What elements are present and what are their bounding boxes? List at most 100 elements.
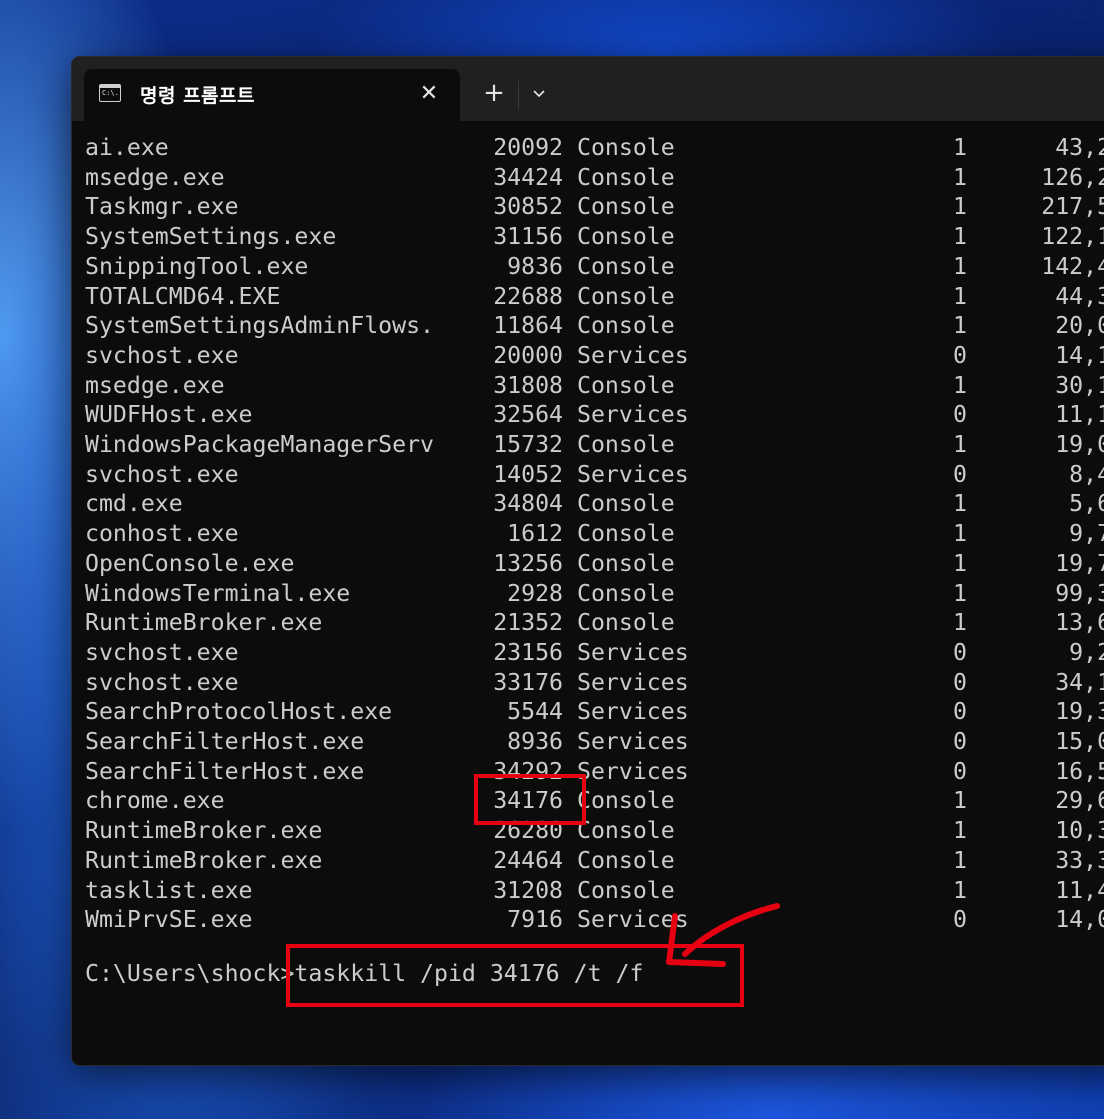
command-prompt-line[interactable]: C:\Users\shock>taskkill /pid 34176 /t /f bbox=[85, 959, 643, 989]
process-memory: 14,05 bbox=[1055, 906, 1104, 934]
process-name: cmd.exe bbox=[85, 490, 183, 518]
process-name: svchost.exe bbox=[85, 460, 239, 488]
process-session-number: 1 bbox=[953, 520, 967, 548]
process-session: Console bbox=[577, 876, 675, 904]
process-memory: 29,60 bbox=[1055, 787, 1104, 815]
process-name: RuntimeBroker.exe bbox=[85, 846, 323, 874]
process-session: Console bbox=[577, 520, 675, 548]
process-memory: 14,17 bbox=[1055, 341, 1104, 369]
process-memory: 9,74 bbox=[1069, 520, 1104, 548]
process-name: Taskmgr.exe bbox=[85, 193, 239, 221]
process-pid: 2928 bbox=[507, 579, 563, 607]
process-memory: 217,58 bbox=[1041, 193, 1104, 221]
process-name: svchost.exe bbox=[85, 341, 239, 369]
process-memory: 126,20 bbox=[1041, 163, 1104, 191]
process-memory: 142,48 bbox=[1041, 252, 1104, 280]
process-pid: 34292 bbox=[493, 757, 563, 785]
process-session-number: 1 bbox=[953, 282, 967, 310]
process-session-number: 1 bbox=[953, 163, 967, 191]
process-pid: 24464 bbox=[493, 846, 563, 874]
process-session-number: 0 bbox=[953, 638, 967, 666]
process-memory: 13,62 bbox=[1055, 609, 1104, 637]
process-session-number: 1 bbox=[953, 579, 967, 607]
process-session: Services bbox=[577, 906, 689, 934]
process-session-number: 0 bbox=[953, 401, 967, 429]
new-tab-button[interactable]: + bbox=[477, 77, 511, 111]
process-memory: 11,11 bbox=[1055, 401, 1104, 429]
prompt-path: C:\Users\shock> bbox=[85, 960, 295, 987]
process-pid: 7916 bbox=[507, 906, 563, 934]
process-session: Console bbox=[577, 579, 675, 607]
process-name: msedge.exe bbox=[85, 371, 225, 399]
process-name: SearchFilterHost.exe bbox=[85, 728, 365, 755]
process-session: Console bbox=[577, 490, 675, 518]
process-session: Console bbox=[577, 371, 675, 399]
process-pid: 23156 bbox=[493, 638, 563, 666]
process-session-number: 1 bbox=[953, 787, 967, 815]
console-output[interactable]: ai.exe 20092 Console 1 43,24 msedge.exe 34424 C… bbox=[72, 121, 1104, 1065]
process-session-number: 0 bbox=[953, 668, 967, 696]
process-session-number: 0 bbox=[953, 698, 967, 726]
process-memory: 43,24 bbox=[1055, 134, 1104, 161]
process-memory: 19,76 bbox=[1055, 549, 1104, 577]
process-pid: 8936 bbox=[507, 728, 563, 755]
process-pid: 34804 bbox=[493, 490, 563, 518]
process-pid: 13256 bbox=[493, 549, 563, 577]
close-icon[interactable]: ✕ bbox=[414, 79, 444, 109]
process-session: Services bbox=[577, 668, 689, 696]
process-pid: 14052 bbox=[493, 460, 563, 488]
process-memory: 20,08 bbox=[1055, 312, 1104, 340]
process-pid: 33176 bbox=[493, 668, 563, 696]
process-pid: 20092 bbox=[493, 134, 563, 161]
process-session: Console bbox=[577, 431, 675, 458]
process-session: Console bbox=[577, 549, 675, 577]
process-session: Console bbox=[577, 163, 675, 191]
divider bbox=[518, 81, 519, 109]
command-prompt-icon: C:\. bbox=[99, 84, 121, 102]
process-memory: 15,01 bbox=[1055, 728, 1104, 755]
process-pid: 9836 bbox=[507, 252, 563, 280]
process-name: SnippingTool.exe bbox=[85, 252, 309, 280]
process-session-number: 1 bbox=[953, 549, 967, 577]
process-session: Console bbox=[577, 134, 675, 161]
process-name: SearchFilterHost.exe bbox=[85, 757, 365, 785]
process-session: Services bbox=[577, 638, 689, 666]
process-pid: 34176 bbox=[493, 787, 563, 815]
process-memory: 8,42 bbox=[1069, 460, 1104, 488]
process-memory: 10,31 bbox=[1055, 817, 1104, 845]
process-session: Services bbox=[577, 341, 689, 369]
chevron-down-icon[interactable] bbox=[524, 79, 554, 109]
process-memory: 9,27 bbox=[1069, 638, 1104, 666]
process-pid: 20000 bbox=[493, 341, 563, 369]
process-memory: 16,53 bbox=[1055, 757, 1104, 785]
process-session: Console bbox=[577, 846, 675, 874]
process-pid: 34424 bbox=[493, 163, 563, 191]
process-pid: 5544 bbox=[507, 698, 563, 726]
process-name: OpenConsole.exe bbox=[85, 549, 295, 577]
process-memory: 34,12 bbox=[1055, 668, 1104, 696]
process-session-number: 1 bbox=[953, 193, 967, 221]
tab-title: 명령 프롬프트 bbox=[140, 85, 255, 107]
process-session-number: 0 bbox=[953, 906, 967, 934]
process-name: WmiPrvSE.exe bbox=[85, 906, 253, 934]
process-name: WindowsTerminal.exe bbox=[85, 579, 351, 607]
process-pid: 22688 bbox=[493, 282, 563, 310]
process-session-number: 0 bbox=[953, 757, 967, 785]
process-memory: 122,16 bbox=[1041, 223, 1104, 251]
process-session-number: 0 bbox=[953, 728, 967, 755]
process-pid: 21352 bbox=[493, 609, 563, 637]
process-name: TOTALCMD64.EXE bbox=[85, 282, 281, 310]
process-session: Console bbox=[577, 252, 675, 280]
process-name: SystemSettings.exe bbox=[85, 223, 337, 251]
process-memory: 19,07 bbox=[1055, 431, 1104, 458]
process-memory: 11,41 bbox=[1055, 876, 1104, 904]
process-name: SearchProtocolHost.exe bbox=[85, 698, 393, 726]
process-session-number: 0 bbox=[953, 460, 967, 488]
process-pid: 32564 bbox=[493, 401, 563, 429]
process-session: Console bbox=[577, 193, 675, 221]
process-pid: 1612 bbox=[507, 520, 563, 548]
process-session-number: 1 bbox=[953, 817, 967, 845]
tab-command-prompt[interactable]: C:\. 명령 프롬프트 ✕ bbox=[84, 69, 460, 121]
process-pid: 26280 bbox=[493, 817, 563, 845]
process-name: WindowsPackageManagerServ bbox=[85, 431, 435, 458]
